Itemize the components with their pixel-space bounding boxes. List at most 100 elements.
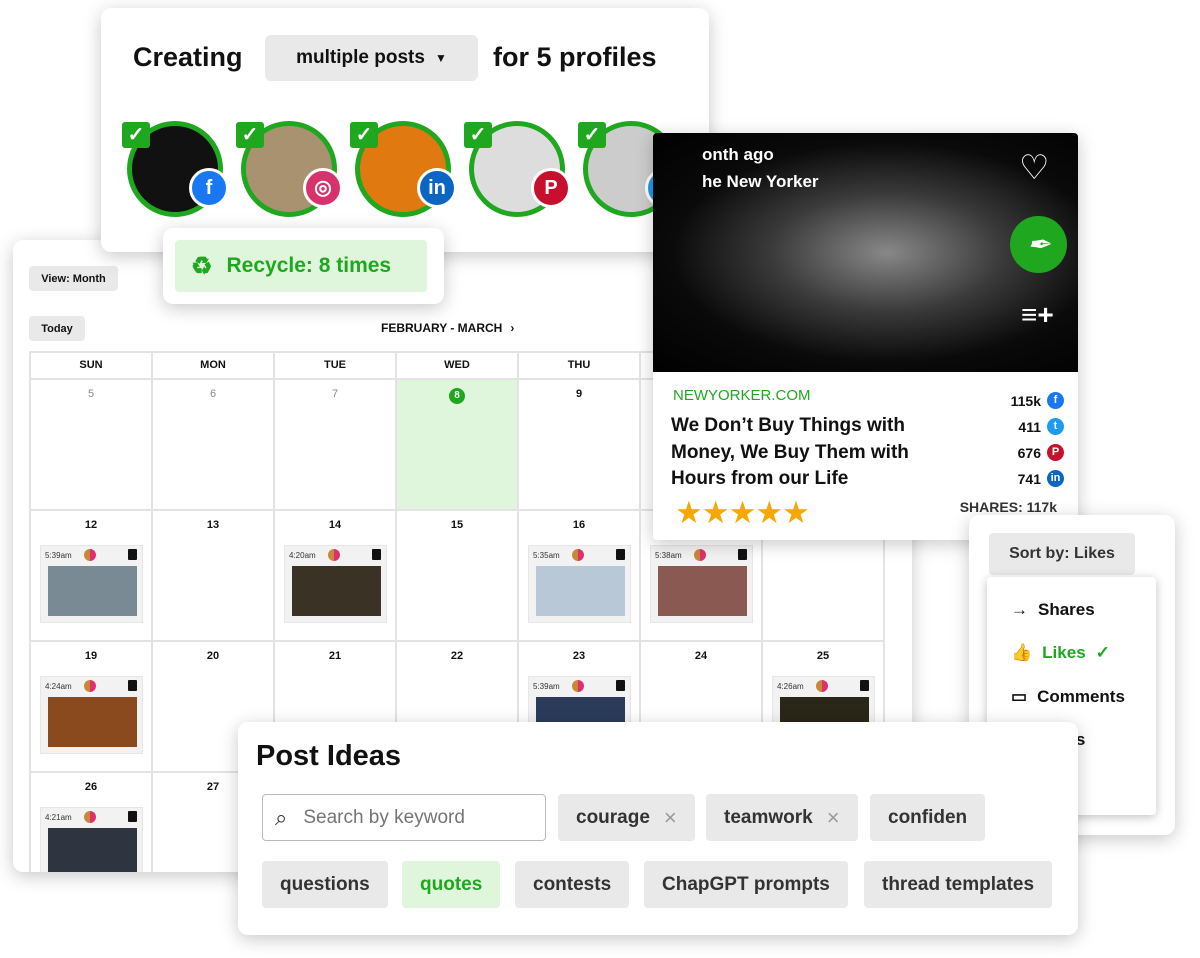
calendar-day[interactable]: 13 xyxy=(153,511,275,642)
post-mode-dropdown[interactable]: multiple posts ▼ xyxy=(265,35,478,81)
day-number: 9 xyxy=(575,388,583,400)
day-number: 14 xyxy=(328,519,342,531)
calendar-day[interactable]: 15 xyxy=(397,511,519,642)
month-range: FEBRUARY - MARCH › xyxy=(381,321,514,335)
view-month-button[interactable]: View: Month xyxy=(29,266,118,291)
calendar-day[interactable]: 16 5:35am xyxy=(519,511,641,642)
share-stat: 741 in xyxy=(1018,470,1064,487)
sort-option-label: Shares xyxy=(1038,599,1095,619)
calendar-day[interactable]: 7 xyxy=(275,380,397,511)
check-icon: ✓ xyxy=(1095,643,1110,663)
remove-tag-icon[interactable]: × xyxy=(664,805,677,831)
keyword-search[interactable]: ⌕ xyxy=(262,794,546,841)
calendar-day[interactable]: 9 xyxy=(519,380,641,511)
tag-chip[interactable]: courage × xyxy=(558,794,695,841)
image-icon xyxy=(372,549,381,560)
profiles-count-label: for 5 profiles xyxy=(493,42,657,72)
tag-chip[interactable]: confiden xyxy=(870,794,986,841)
image-icon xyxy=(128,549,137,560)
category-chip[interactable]: thread templates xyxy=(864,861,1053,908)
sort-option-comments[interactable]: ▭ Comments xyxy=(987,675,1156,719)
category-chip[interactable]: quotes xyxy=(402,861,501,908)
sort-option-likes[interactable]: 👍 Likes ✓ xyxy=(987,632,1156,676)
image-icon xyxy=(128,680,137,691)
checkmark-icon: ✓ xyxy=(236,122,264,148)
tag-label: courage xyxy=(576,806,650,828)
recycle-toggle[interactable]: ♻ Recycle: 8 times xyxy=(175,240,427,292)
add-to-queue-icon[interactable]: ≡+ xyxy=(1021,299,1054,331)
sort-by-button[interactable]: Sort by: Likes xyxy=(989,533,1135,575)
image-icon xyxy=(128,811,137,822)
remove-tag-icon[interactable]: × xyxy=(827,805,840,831)
tag-chip[interactable]: teamwork × xyxy=(706,794,858,841)
search-input[interactable] xyxy=(303,806,524,829)
facebook-icon: f xyxy=(1047,392,1064,409)
profile-avatar-icon xyxy=(694,549,706,561)
share-count: 115k xyxy=(1010,392,1041,409)
today-button[interactable]: Today xyxy=(29,316,85,341)
post-thumbnail xyxy=(48,697,137,747)
post-ideas-title: Post Ideas xyxy=(256,740,402,772)
weekday-header: WED xyxy=(397,353,519,380)
category-chip[interactable]: contests xyxy=(515,861,630,908)
article-card[interactable]: onth ago he New Yorker ♡ ✒ ≡+ NEWYORKER.… xyxy=(653,133,1078,540)
article-domain: NEWYORKER.COM xyxy=(673,387,811,404)
image-icon xyxy=(860,680,869,691)
sort-option-label: Comments xyxy=(1037,686,1125,706)
calendar-day[interactable]: 12 5:39am xyxy=(31,511,153,642)
scheduled-post[interactable]: 4:21am xyxy=(40,807,143,872)
tag-label: confiden xyxy=(888,806,968,828)
sort-option-shares[interactable]: → Shares xyxy=(987,588,1156,632)
scheduled-post[interactable]: 5:35am xyxy=(528,545,631,623)
sort-option-label: Likes xyxy=(1042,643,1086,663)
post-time: 4:20am xyxy=(289,551,316,560)
post-thumbnail xyxy=(536,566,625,616)
calendar-day[interactable]: 19 4:24am xyxy=(31,642,153,773)
scheduled-post[interactable]: 5:39am xyxy=(40,545,143,623)
calendar-day[interactable]: 8 xyxy=(397,380,519,511)
month-range-label: FEBRUARY - MARCH xyxy=(381,321,503,335)
category-chip[interactable]: ChapGPT prompts xyxy=(644,861,848,908)
image-icon xyxy=(616,680,625,691)
caret-down-icon: ▼ xyxy=(434,51,447,65)
quill-compose-icon[interactable]: ✒ xyxy=(1010,216,1067,273)
scheduled-post[interactable]: 5:38am xyxy=(650,545,753,623)
weekday-header: MON xyxy=(153,353,275,380)
share-stat: 676 P xyxy=(1018,444,1064,461)
scheduled-post[interactable]: 4:20am xyxy=(284,545,387,623)
share-count: 411 xyxy=(1018,418,1041,435)
create-posts-card: Creating multiple posts ▼ for 5 profiles… xyxy=(101,8,709,252)
day-number: 25 xyxy=(816,650,830,662)
post-ideas-panel: Post Ideas ⌕ courage × teamwork × confiden qu… xyxy=(238,722,1078,935)
checkmark-icon: ✓ xyxy=(122,122,150,148)
day-number: 21 xyxy=(328,650,342,662)
article-source: he New Yorker xyxy=(702,172,819,191)
calendar-day[interactable]: 14 4:20am xyxy=(275,511,397,642)
chevron-right-icon[interactable]: › xyxy=(510,321,514,335)
calendar-day[interactable]: 6 xyxy=(153,380,275,511)
recycle-label: Recycle: 8 times xyxy=(226,254,392,277)
checkmark-icon: ✓ xyxy=(578,122,606,148)
profile-avatar-icon xyxy=(84,811,96,823)
pinterest-icon: P xyxy=(1047,444,1064,461)
checkmark-icon: ✓ xyxy=(350,122,378,148)
calendar-day[interactable]: 5 xyxy=(31,380,153,511)
day-number: 13 xyxy=(206,519,220,531)
share-stat: 115k f xyxy=(1011,392,1064,409)
recycle-card: ♻ Recycle: 8 times xyxy=(163,228,444,304)
likes-icon: 👍 xyxy=(1011,643,1033,663)
pinterest-icon: P xyxy=(531,168,571,208)
article-title[interactable]: We Don’t Buy Things with Money, We Buy T… xyxy=(671,413,946,493)
category-chip[interactable]: questions xyxy=(262,861,388,908)
profile-avatar-icon xyxy=(84,680,96,692)
share-count: 741 xyxy=(1017,470,1041,487)
calendar-day[interactable]: 26 4:21am xyxy=(31,773,153,872)
scheduled-post[interactable]: 4:24am xyxy=(40,676,143,754)
heart-icon[interactable]: ♡ xyxy=(1019,151,1049,185)
search-icon: ⌕ xyxy=(275,804,288,830)
comments-icon: ▭ xyxy=(1011,686,1028,706)
day-number: 20 xyxy=(206,650,220,662)
share-count: 676 xyxy=(1017,444,1041,461)
day-number: 8 xyxy=(449,388,465,404)
shares-icon: → xyxy=(1011,599,1028,619)
